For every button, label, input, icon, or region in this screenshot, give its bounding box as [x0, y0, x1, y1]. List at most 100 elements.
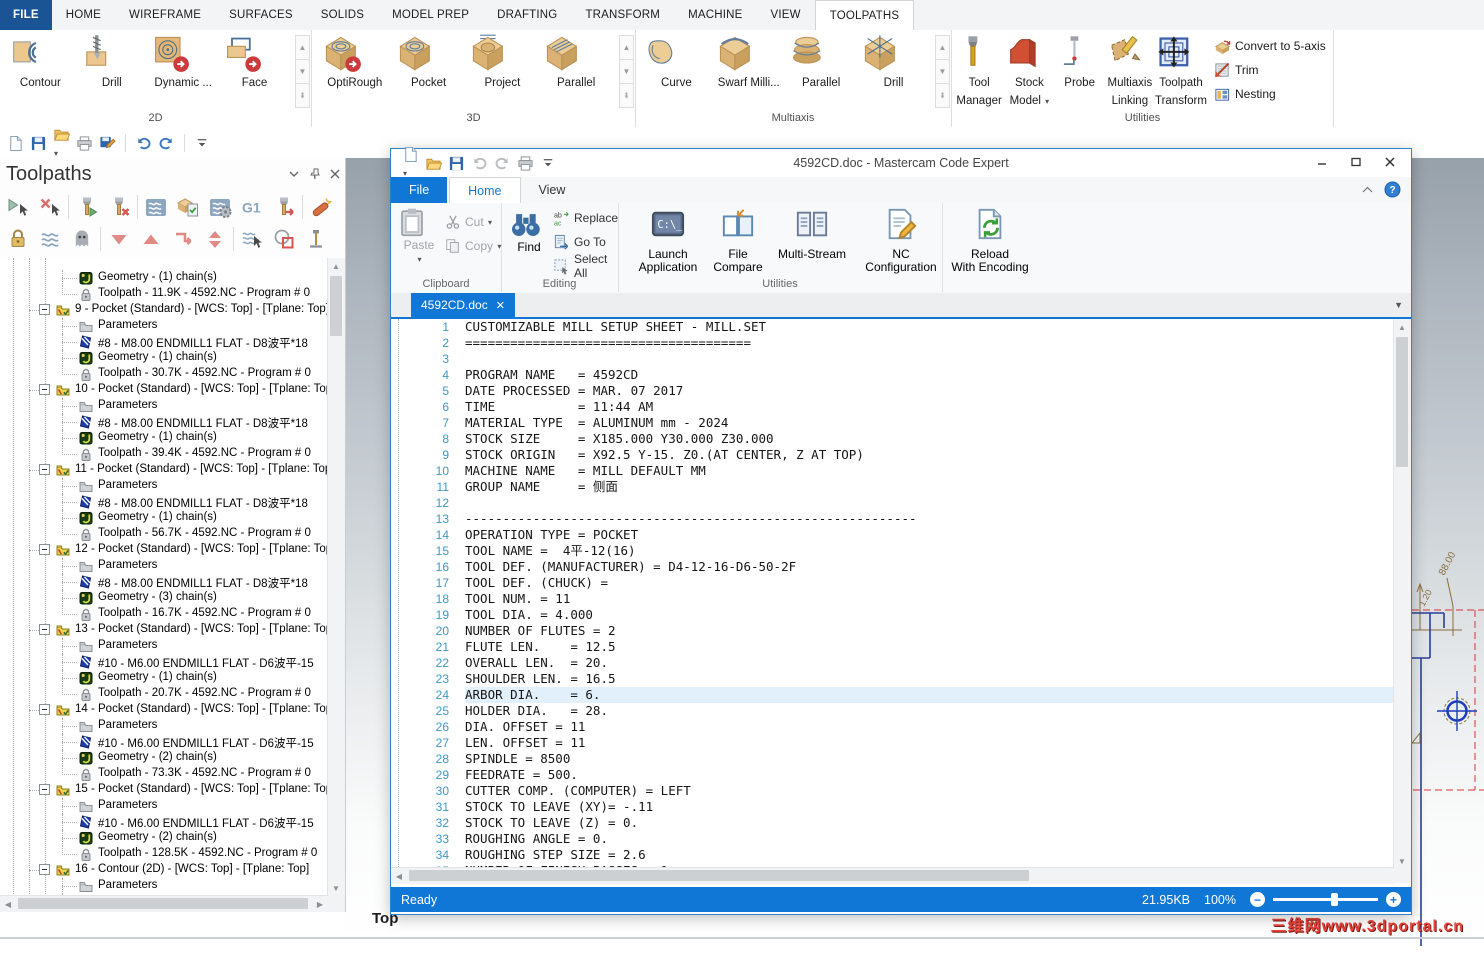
menu-tab-model-prep[interactable]: MODEL PREP: [378, 0, 483, 30]
ribbon-button-toolmgr[interactable]: Tool Manager: [954, 33, 1004, 109]
code-editor[interactable]: 1 CUSTOMIZABLE MILL SETUP SHEET - MILL.SE…: [391, 317, 1411, 869]
ribbon-button-face[interactable]: Face: [222, 33, 288, 91]
ce-tab-view[interactable]: View: [521, 177, 584, 203]
tree-item-params[interactable]: Parameters: [0, 718, 328, 734]
tree-item-geometry[interactable]: Geometry - (2) chain(s): [0, 830, 328, 846]
help-icon[interactable]: ?: [1384, 181, 1401, 198]
find-button[interactable]: Find: [509, 207, 549, 254]
stock-check-button[interactable]: [172, 193, 204, 221]
tree-item-tool[interactable]: #10 - M6.00 ENDMILL1 FLAT - D6波平-15: [0, 654, 328, 670]
scroll-left-icon[interactable]: ◀: [0, 896, 16, 912]
collapse-icon[interactable]: [39, 304, 50, 315]
paste-button[interactable]: Paste ▾: [397, 207, 441, 266]
ce-tab-file[interactable]: File: [391, 177, 448, 203]
tree-item-params[interactable]: Parameters: [0, 398, 328, 414]
tri-down-button[interactable]: [103, 225, 135, 253]
tree-item-tool[interactable]: #10 - M6.00 ENDMILL1 FLAT - D6波平-15: [0, 734, 328, 750]
menu-tab-file[interactable]: FILE: [0, 0, 52, 30]
ribbon-button-parallel3d[interactable]: Parallel: [543, 33, 609, 91]
editor-horizontal-scrollbar[interactable]: ◀: [391, 867, 1394, 884]
group-scroll-strip[interactable]: ▲ ▼ ⇟: [295, 35, 310, 108]
reload-enc-button[interactable]: Reload With Encoding: [950, 207, 1030, 274]
tree-item-geometry[interactable]: Geometry - (1) chain(s): [0, 670, 328, 686]
scroll-down-icon[interactable]: ▼: [328, 880, 344, 896]
ribbon-button-probe[interactable]: Probe: [1055, 33, 1105, 109]
ribbon-button-contour[interactable]: Contour: [7, 33, 73, 91]
ribbon-button-optirough[interactable]: OptiRough: [322, 33, 388, 91]
close-document-icon[interactable]: ✕: [496, 299, 505, 312]
tree-item-toolpath[interactable]: Toolpath - 16.7K - 4592.NC - Program # 0: [0, 606, 328, 622]
scroll-left-icon[interactable]: ◀: [391, 868, 407, 884]
lock-button[interactable]: [2, 225, 34, 253]
tree-item-operation[interactable]: 13 - Pocket (Standard) - [WCS: Top] - [T…: [0, 622, 328, 638]
tri-updown-button[interactable]: [199, 225, 231, 253]
tree-item-operation[interactable]: 14 - Pocket (Standard) - [WCS: Top] - [T…: [0, 702, 328, 718]
menu-tab-wireframe[interactable]: WIREFRAME: [115, 0, 215, 30]
scroll-up-icon[interactable]: ▲: [1394, 319, 1410, 335]
tree-item-tool[interactable]: #8 - M8.00 ENDMILL1 FLAT - D8波平*18: [0, 414, 328, 430]
group-scroll-strip[interactable]: ▲ ▼ ⇟: [935, 35, 950, 108]
tree-item-operation[interactable]: 12 - Pocket (Standard) - [WCS: Top] - [T…: [0, 542, 328, 558]
step-arrow-button[interactable]: [167, 225, 199, 253]
waves-gear-button[interactable]: [204, 193, 236, 221]
tree-item-params[interactable]: Parameters: [0, 478, 328, 494]
waves2-button[interactable]: [34, 225, 66, 253]
replace-button[interactable]: ab ac Replace: [553, 207, 618, 229]
tree-item-toolpath[interactable]: Toolpath - 128.5K - 4592.NC - Program # …: [0, 846, 328, 862]
copy-button[interactable]: Copy ▾: [445, 235, 501, 257]
slot-drill-button[interactable]: [305, 193, 337, 221]
maximize-button[interactable]: [1339, 149, 1373, 175]
collapse-icon[interactable]: [39, 864, 50, 875]
tree-item-geometry[interactable]: Geometry - (1) chain(s): [0, 430, 328, 446]
menu-tab-surfaces[interactable]: SURFACES: [215, 0, 307, 30]
tree-item-geometry[interactable]: Geometry - (2) chain(s): [0, 750, 328, 766]
undo-button[interactable]: [135, 135, 152, 152]
menu-tab-solids[interactable]: SOLIDS: [307, 0, 378, 30]
tree-item-geometry[interactable]: Geometry - (3) chain(s): [0, 590, 328, 606]
save-as-button[interactable]: [99, 135, 116, 152]
tree-item-tool[interactable]: #8 - M8.00 ENDMILL1 FLAT - D8波平*18: [0, 334, 328, 350]
tree-item-toolpath[interactable]: Toolpath - 39.4K - 4592.NC - Program # 0: [0, 446, 328, 462]
print-button[interactable]: [517, 155, 534, 172]
zoom-out-button[interactable]: −: [1250, 892, 1265, 907]
waves-cursor-button[interactable]: [236, 225, 268, 253]
new-file-button[interactable]: ▾: [402, 146, 419, 181]
tree-item-params[interactable]: Parameters: [0, 878, 328, 894]
tree-item-geometry[interactable]: Geometry - (1) chain(s): [0, 350, 328, 366]
menu-tab-machine[interactable]: MACHINE: [674, 0, 756, 30]
launch-app-button[interactable]: C:\_ Launch Application: [632, 207, 704, 274]
ce-tab-home[interactable]: Home: [449, 177, 521, 204]
tool-arrow-button[interactable]: [268, 193, 300, 221]
save-button[interactable]: [30, 135, 47, 152]
zoom-track[interactable]: [1273, 893, 1378, 906]
collapse-ribbon-icon[interactable]: [1361, 185, 1374, 195]
print-button[interactable]: [76, 135, 93, 152]
chevron-down-icon[interactable]: [288, 168, 300, 180]
collapse-icon[interactable]: [39, 784, 50, 795]
ribbon-button-parallel5x[interactable]: Parallel: [788, 33, 854, 91]
document-tab[interactable]: 4592CD.doc ✕: [411, 293, 515, 317]
tree-item-tool[interactable]: #8 - M8.00 ENDMILL1 FLAT - D8波平*18: [0, 574, 328, 590]
zoom-in-button[interactable]: +: [1386, 892, 1401, 907]
ribbon-button-pocket3d[interactable]: Pocket: [396, 33, 462, 91]
document-list-dropdown-icon[interactable]: ▼: [1394, 300, 1403, 310]
tree-horizontal-scrollbar[interactable]: ◀ ▶: [0, 895, 328, 912]
tree-item-tool[interactable]: #8 - M8.00 ENDMILL1 FLAT - D8波平*18: [0, 494, 328, 510]
qat-more-button[interactable]: [194, 135, 211, 152]
tree-item-toolpath[interactable]: Toolpath - 30.7K - 4592.NC - Program # 0: [0, 366, 328, 382]
ribbon-button-drill2d[interactable]: Drill: [79, 33, 145, 91]
tree-item-operation[interactable]: 11 - Pocket (Standard) - [WCS: Top] - [T…: [0, 462, 328, 478]
tri-up-button[interactable]: [135, 225, 167, 253]
tool-play-button[interactable]: [71, 193, 103, 221]
waves-button[interactable]: [140, 193, 172, 221]
tree-item-geometry[interactable]: Geometry - (1) chain(s): [0, 510, 328, 526]
tree-item-tool[interactable]: #10 - M6.00 ENDMILL1 FLAT - D6波平-15: [0, 814, 328, 830]
open-button[interactable]: [425, 155, 442, 172]
tree-item-params[interactable]: Parameters: [0, 638, 328, 654]
tree-item-params[interactable]: Parameters: [0, 318, 328, 334]
tree-item-params[interactable]: Parameters: [0, 798, 328, 814]
minimize-button[interactable]: [1305, 149, 1339, 175]
tree-item-operation[interactable]: 16 - Contour (2D) - [WCS: Top] - [Tplane…: [0, 862, 328, 878]
new-file-button[interactable]: [7, 135, 24, 152]
scrollbar-thumb[interactable]: [18, 898, 308, 909]
